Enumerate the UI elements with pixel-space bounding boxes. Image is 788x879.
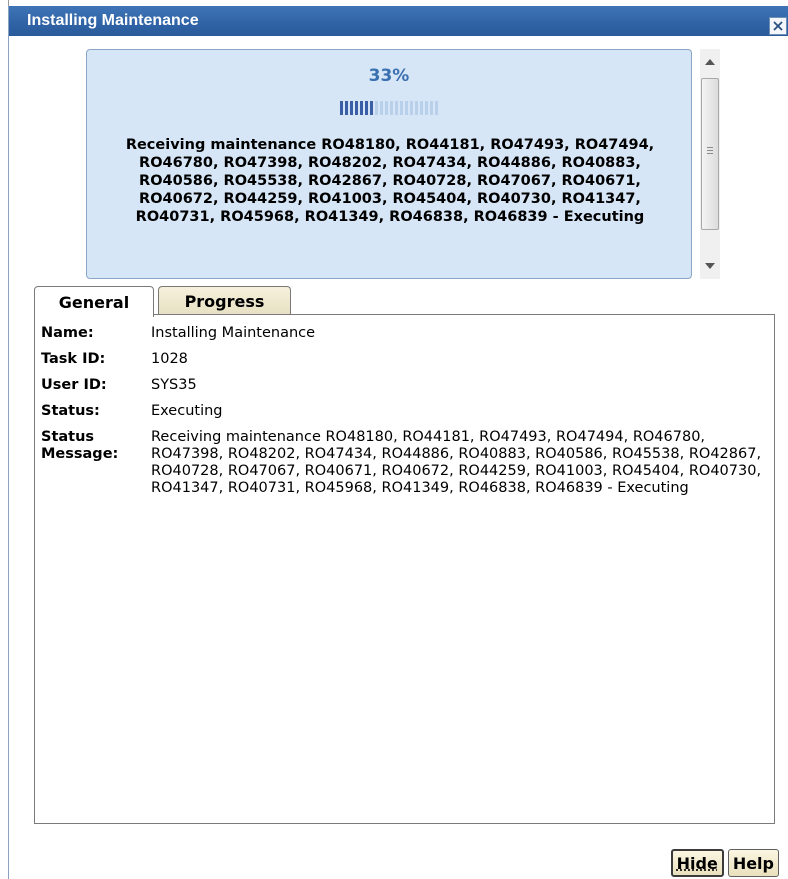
progress-panel: 33% Receiving maintenance RO48180, RO441… <box>86 49 692 279</box>
progress-segment <box>395 101 398 115</box>
progress-segment <box>375 101 378 115</box>
progress-segment <box>380 101 383 115</box>
progress-segment <box>355 101 358 115</box>
window-title: Installing Maintenance <box>27 12 199 29</box>
status-message-label: Status Message: <box>41 429 119 462</box>
hide-button[interactable]: Hide <box>670 849 724 877</box>
close-button[interactable] <box>769 17 787 35</box>
progress-segment <box>345 101 348 115</box>
dialog-buttons: Hide Help <box>670 849 779 877</box>
progress-segment <box>340 101 343 115</box>
installing-maintenance-dialog: Installing Maintenance 33% Receiving mai… <box>8 6 788 879</box>
grip-icon <box>707 147 713 156</box>
status-value: Executing <box>151 403 223 419</box>
progress-segment <box>415 101 418 115</box>
progress-segment <box>405 101 408 115</box>
progress-segment <box>435 101 438 115</box>
chevron-down-icon[interactable] <box>705 263 715 269</box>
progress-segment <box>365 101 368 115</box>
progress-percent: 33% <box>368 66 410 86</box>
progress-scrollbar[interactable] <box>700 49 720 279</box>
progress-segment <box>430 101 433 115</box>
status-message-row: Status Message: Receiving maintenance RO… <box>41 429 766 497</box>
task-details: Name: Installing Maintenance Task ID: 10… <box>41 325 766 506</box>
progress-segment <box>385 101 388 115</box>
progress-segment <box>420 101 423 115</box>
close-icon <box>773 21 783 31</box>
progress-segment <box>390 101 393 115</box>
name-value: Installing Maintenance <box>151 325 316 341</box>
user-id-label: User ID: <box>41 377 107 393</box>
progress-message: Receiving maintenance RO48180, RO44181, … <box>125 137 655 225</box>
help-button[interactable]: Help <box>727 849 779 877</box>
progress-segment <box>350 101 353 115</box>
status-label: Status: <box>41 403 100 419</box>
task-id-label: Task ID: <box>41 351 106 367</box>
progress-segment <box>370 101 373 115</box>
progress-segment <box>400 101 403 115</box>
title-bar[interactable]: Installing Maintenance <box>9 6 788 36</box>
progress-segment <box>410 101 413 115</box>
scrollbar-thumb[interactable] <box>701 78 719 230</box>
progress-segment <box>425 101 428 115</box>
user-id-value: SYS35 <box>151 377 197 393</box>
tab-progress[interactable]: Progress <box>158 286 291 316</box>
chevron-up-icon[interactable] <box>705 59 715 65</box>
name-row: Name: Installing Maintenance <box>41 325 766 342</box>
general-panel: Name: Installing Maintenance Task ID: 10… <box>34 314 775 824</box>
user-id-row: User ID: SYS35 <box>41 377 766 394</box>
task-id-value: 1028 <box>151 351 188 367</box>
status-row: Status: Executing <box>41 403 766 420</box>
name-label: Name: <box>41 325 94 341</box>
tab-general[interactable]: General <box>34 286 154 317</box>
task-id-row: Task ID: 1028 <box>41 351 766 368</box>
progress-segment <box>360 101 363 115</box>
progress-bar <box>340 101 440 115</box>
status-message-value: Receiving maintenance RO48180, RO44181, … <box>151 429 762 496</box>
